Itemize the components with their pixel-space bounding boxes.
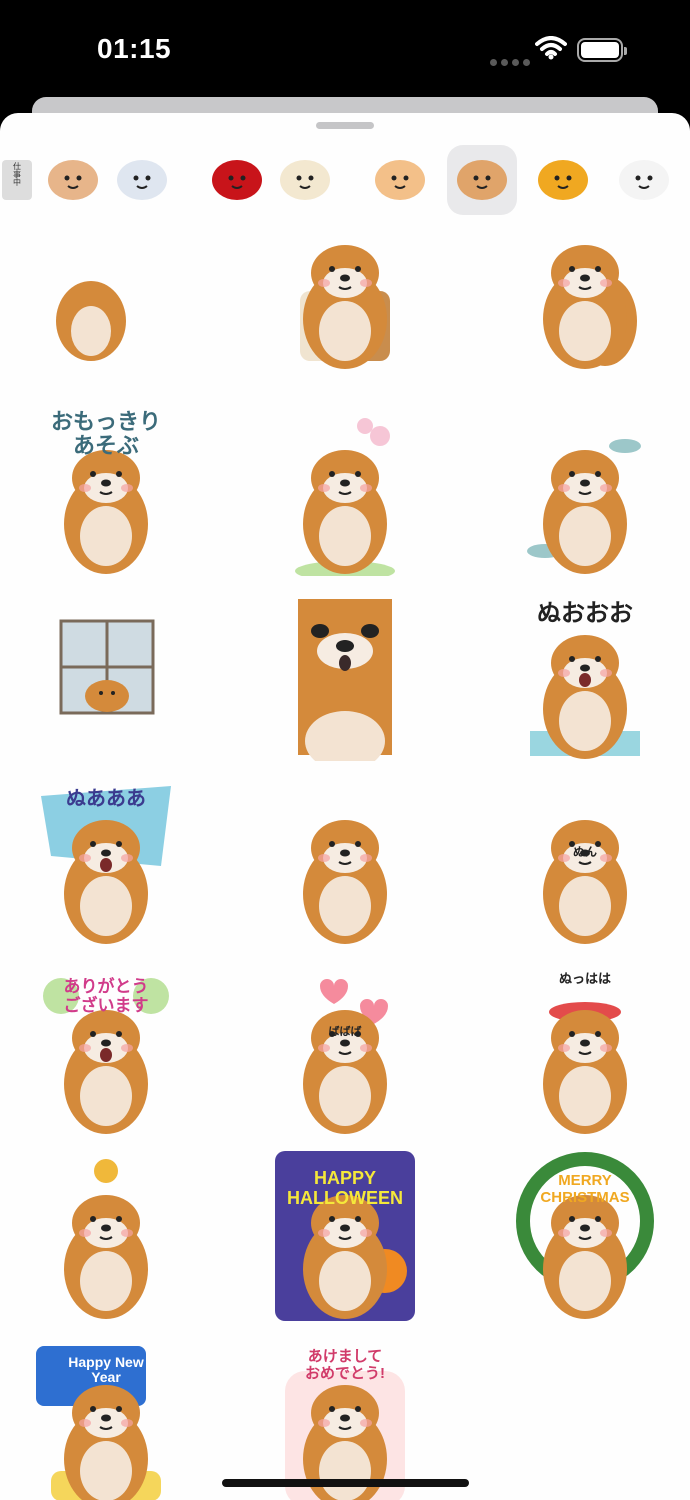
otter-lying-steam-sticker[interactable] xyxy=(270,776,420,946)
home-indicator[interactable] xyxy=(222,1479,469,1487)
tab-sticker-set-7[interactable] xyxy=(447,145,517,215)
otter-hearts-sticker[interactable]: ばばば xyxy=(270,966,420,1136)
otter-sakura-sticker[interactable] xyxy=(270,406,420,576)
girl-crying-icon xyxy=(48,160,98,200)
status-time: 01:15 xyxy=(97,33,172,64)
otter-window-rain-sticker[interactable] xyxy=(31,591,181,761)
tab-sticker-set-4[interactable] xyxy=(202,145,272,215)
work-memo-icon: 仕事中 xyxy=(2,160,32,200)
sheet-grabber[interactable] xyxy=(316,122,374,129)
battery-icon xyxy=(577,38,627,62)
otter-partial-sticker[interactable] xyxy=(31,201,181,371)
otter-halloween-sticker[interactable]: HAPPY HALLOWEEN xyxy=(270,1151,420,1321)
otter-shout-sticker[interactable]: ぬあああ xyxy=(31,776,181,946)
white-character-red-icon xyxy=(212,160,262,200)
white-bird-icon xyxy=(280,160,330,200)
otter-fish-sticker[interactable] xyxy=(510,406,660,576)
black-bird-yellow-icon xyxy=(538,160,588,200)
sticker-picker-sheet: 仕事中 おもっきり あそぶ ぬおおお ぬあああ ぬん ありがとう ございます ば… xyxy=(0,113,690,1500)
status-bar: 01:15 xyxy=(0,0,690,100)
otter-play-sticker[interactable]: おもっきり あそぶ xyxy=(31,406,181,576)
otter-stretch-sticker[interactable]: ぬん xyxy=(510,776,660,946)
shiba-dog-icon xyxy=(375,160,425,200)
otter-crying-waterfall-sticker[interactable]: ぬおおお xyxy=(510,591,660,761)
sticker-grid: おもっきり あそぶ ぬおおお ぬあああ ぬん ありがとう ございます ばばば ぬ… xyxy=(0,201,690,1500)
wifi-icon xyxy=(535,36,567,65)
otter-friends-partial-sticker[interactable] xyxy=(270,201,420,371)
otter-thank-you-sticker[interactable]: ありがとう ございます xyxy=(31,966,181,1136)
sketch-cat-icon xyxy=(117,160,167,200)
otter-new-year-sled-sticker[interactable]: Happy New Year xyxy=(31,1341,181,1500)
white-face-icon xyxy=(619,160,669,200)
otter-muscle-sticker[interactable] xyxy=(31,1151,181,1321)
signal-icon xyxy=(490,53,534,71)
otter-wave-partial-sticker[interactable] xyxy=(510,201,660,371)
otter-dance-sticker[interactable]: ぬっはは xyxy=(510,966,660,1136)
otter-christmas-sticker[interactable]: MERRY CHRISTMAS xyxy=(510,1151,660,1321)
otter-new-year-greeting-sticker[interactable]: あけまして おめでとう! xyxy=(270,1341,420,1500)
otter-icon xyxy=(457,160,507,200)
otter-closeup-face-sticker[interactable] xyxy=(270,591,420,761)
tab-label: 仕事中 xyxy=(12,162,22,186)
